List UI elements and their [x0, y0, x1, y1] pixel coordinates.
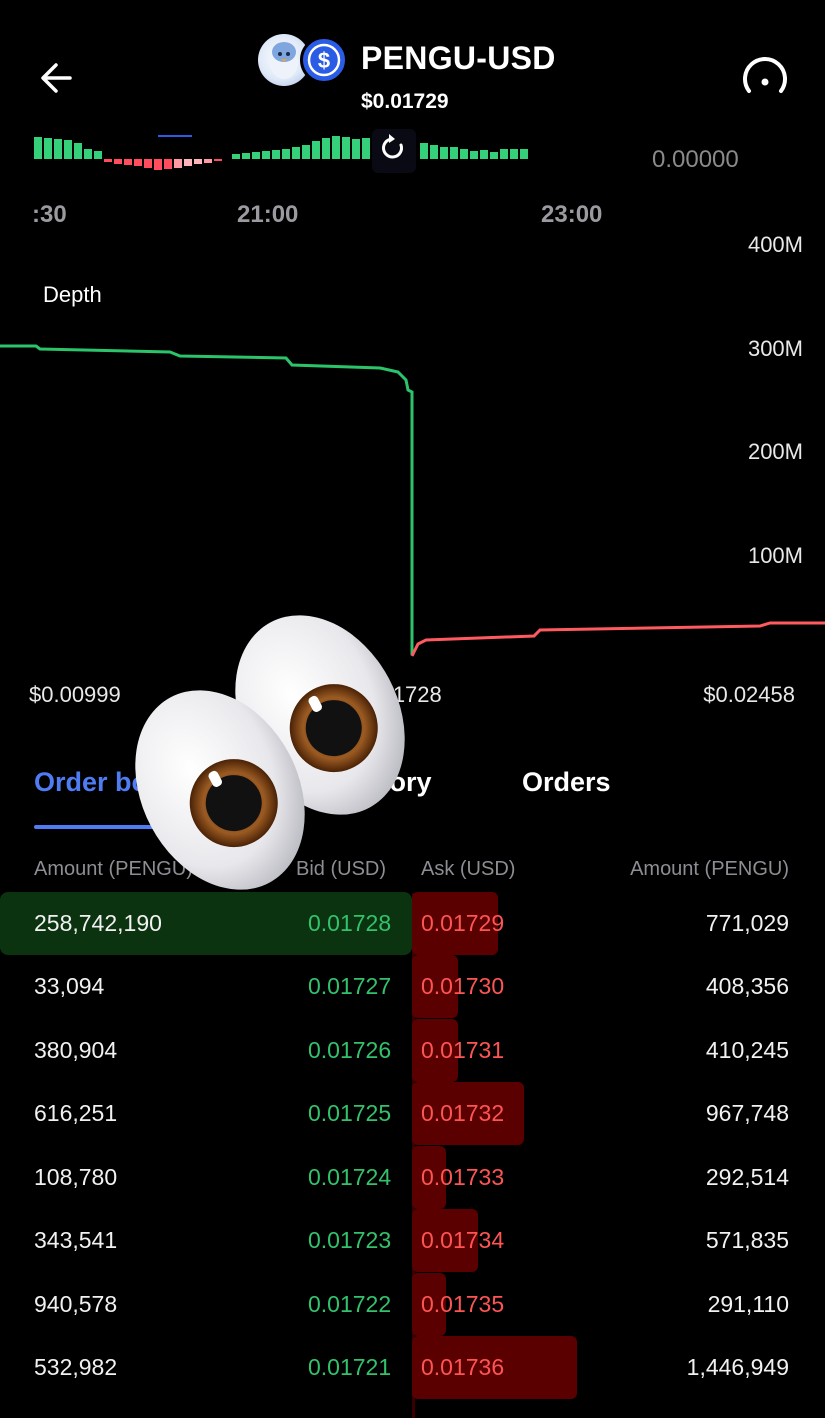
order-book-row[interactable]: 380,904 0.01726 0.01731 410,245 — [0, 1019, 825, 1082]
bid-price: 0.01724 — [308, 1164, 392, 1190]
usd-coin-icon: $ — [300, 36, 348, 84]
y-tick-400m: 400M — [747, 232, 803, 257]
ask-price: 0.01736 — [421, 1354, 505, 1380]
ask-amount: 410,245 — [705, 1037, 789, 1063]
order-book-row[interactable]: 532,982 0.01721 0.01736 1,446,949 — [0, 1336, 825, 1399]
ask-price: 0.01731 — [421, 1037, 505, 1063]
bid-price: 0.01728 — [308, 910, 392, 936]
pair-title: PENGU-USD — [361, 40, 556, 76]
gauge-icon — [743, 57, 787, 93]
ask-price: 0.01729 — [421, 910, 505, 936]
mini-bars-green-left — [34, 137, 102, 159]
y-tick-200m: 200M — [747, 439, 803, 464]
ask-amount: 408,356 — [705, 973, 789, 999]
ask-price: 0.01730 — [421, 973, 505, 999]
ask-price: 0.01733 — [421, 1164, 505, 1190]
ask-amount: 771,029 — [705, 910, 789, 936]
ask-amount: 967,748 — [705, 1100, 789, 1126]
ask-amount: 1,446,949 — [686, 1354, 789, 1380]
order-book-row[interactable]: 616,251 0.01725 0.01732 967,748 — [0, 1082, 825, 1145]
bid-amount: 532,982 — [34, 1354, 118, 1380]
header-ask: Ask (USD) — [421, 858, 516, 880]
mini-bars-green-right — [420, 143, 528, 159]
bid-amount: 343,541 — [34, 1227, 118, 1253]
ask-depth-line — [410, 621, 825, 657]
bid-amount: 108,780 — [34, 1164, 118, 1190]
bid-amount: 940,578 — [34, 1291, 118, 1317]
bid-price: 0.01727 — [308, 973, 392, 999]
bid-amount: 33,094 — [34, 973, 105, 999]
refresh-icon[interactable] — [372, 129, 416, 173]
order-book-row[interactable]: 940,578 0.01722 0.01735 291,110 — [0, 1273, 825, 1336]
ask-amount: 571,835 — [705, 1227, 789, 1253]
order-book-row[interactable]: 108,780 0.01724 0.01733 292,514 — [0, 1146, 825, 1209]
bid-price: 0.01721 — [308, 1354, 392, 1380]
bid-price: 0.01723 — [308, 1227, 392, 1253]
ask-price: 0.01735 — [421, 1291, 505, 1317]
ask-price: 0.01732 — [421, 1100, 505, 1126]
gauge-button[interactable] — [740, 56, 790, 102]
mini-volume-value: 0.00000 — [652, 146, 739, 173]
bid-amount: 380,904 — [34, 1037, 118, 1063]
x-tick-high: $0.02458 — [703, 682, 795, 707]
y-tick-100m: 100M — [747, 543, 803, 568]
mini-bars-red — [104, 159, 222, 170]
mini-volume-strip — [34, 129, 528, 173]
bid-price: 0.01722 — [308, 1291, 392, 1317]
depth-title: Depth — [43, 282, 102, 307]
pair-price: $0.01729 — [361, 90, 449, 113]
y-tick-300m: 300M — [747, 336, 803, 361]
ask-amount: 292,514 — [705, 1164, 789, 1190]
bid-price: 0.01726 — [308, 1037, 392, 1063]
bid-price: 0.01725 — [308, 1100, 392, 1126]
order-book-row[interactable]: 33,094 0.01727 0.01730 408,356 — [0, 955, 825, 1018]
tab-orders[interactable]: Orders — [522, 767, 611, 798]
arrow-left-icon — [41, 63, 72, 93]
ask-amount: 291,110 — [707, 1291, 789, 1317]
bid-amount: 258,742,190 — [34, 910, 162, 936]
bid-amount: 616,251 — [34, 1100, 118, 1126]
mini-bars-green-mid — [232, 136, 370, 159]
order-book-row[interactable]: 343,541 0.01723 0.01734 571,835 — [0, 1209, 825, 1272]
ask-price: 0.01734 — [421, 1227, 505, 1253]
x-tick-low: $0.00999 — [29, 682, 121, 707]
back-button[interactable] — [38, 58, 82, 98]
header-amount-right: Amount (PENGU) — [630, 858, 789, 880]
pair-icons: $ — [258, 34, 348, 88]
eyes-emoji-overlay — [135, 615, 405, 890]
svg-text:$: $ — [318, 48, 330, 73]
